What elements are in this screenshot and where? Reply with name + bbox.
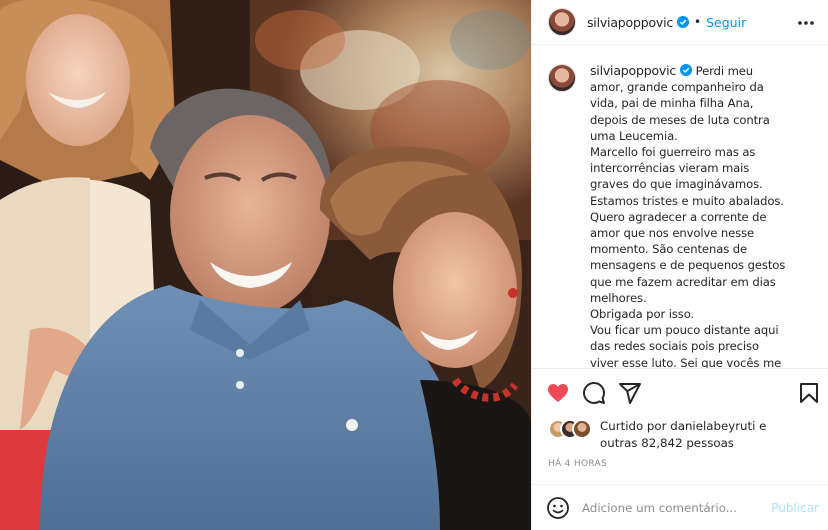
more-options-icon[interactable]	[797, 14, 815, 32]
caption-body: Perdi meu amor, grande companheiro da vi…	[590, 64, 786, 369]
post-header: silviapoppovic • Seguir	[532, 0, 828, 45]
publish-button[interactable]: Publicar	[771, 501, 819, 515]
caption-avatar[interactable]	[548, 64, 576, 92]
avatar[interactable]	[548, 8, 576, 36]
bookmark-icon[interactable]	[797, 381, 821, 405]
header-username[interactable]: silviapoppovic	[587, 15, 673, 30]
action-bar	[532, 370, 828, 414]
caption-section[interactable]: silviapoppovic Perdi meu amor, grande co…	[532, 45, 828, 369]
post-side-panel: silviapoppovic • Seguir silviapoppovic P…	[531, 0, 828, 530]
post-timestamp[interactable]: HÁ 4 HORAS	[548, 459, 607, 469]
comment-input[interactable]	[582, 500, 762, 515]
smiley-icon[interactable]	[546, 496, 570, 520]
liked-by-text: Curtido por danielabeyruti e outras 82,8…	[600, 418, 800, 452]
caption-username[interactable]: silviapoppovic	[590, 63, 676, 78]
heart-filled-icon[interactable]	[546, 381, 570, 405]
separator-dot: •	[694, 15, 702, 29]
liker-avatars[interactable]	[548, 419, 594, 441]
post-photo-illustration	[0, 0, 531, 530]
post-photo[interactable]	[0, 0, 531, 530]
liked-by-user[interactable]: danielabeyruti	[670, 419, 755, 433]
liked-by-prefix: Curtido por	[600, 419, 671, 433]
follow-button[interactable]: Seguir	[706, 15, 746, 30]
comment-bar: Publicar	[532, 484, 828, 530]
paper-plane-icon[interactable]	[618, 381, 642, 405]
comment-bubble-icon[interactable]	[582, 381, 606, 405]
verified-badge-icon	[677, 16, 690, 28]
caption-text: silviapoppovic Perdi meu amor, grande co…	[590, 63, 790, 369]
likes-summary: Curtido por danielabeyruti e outras 82,8…	[548, 418, 800, 452]
verified-badge-icon	[680, 64, 693, 76]
caption-row: silviapoppovic Perdi meu amor, grande co…	[548, 63, 790, 369]
